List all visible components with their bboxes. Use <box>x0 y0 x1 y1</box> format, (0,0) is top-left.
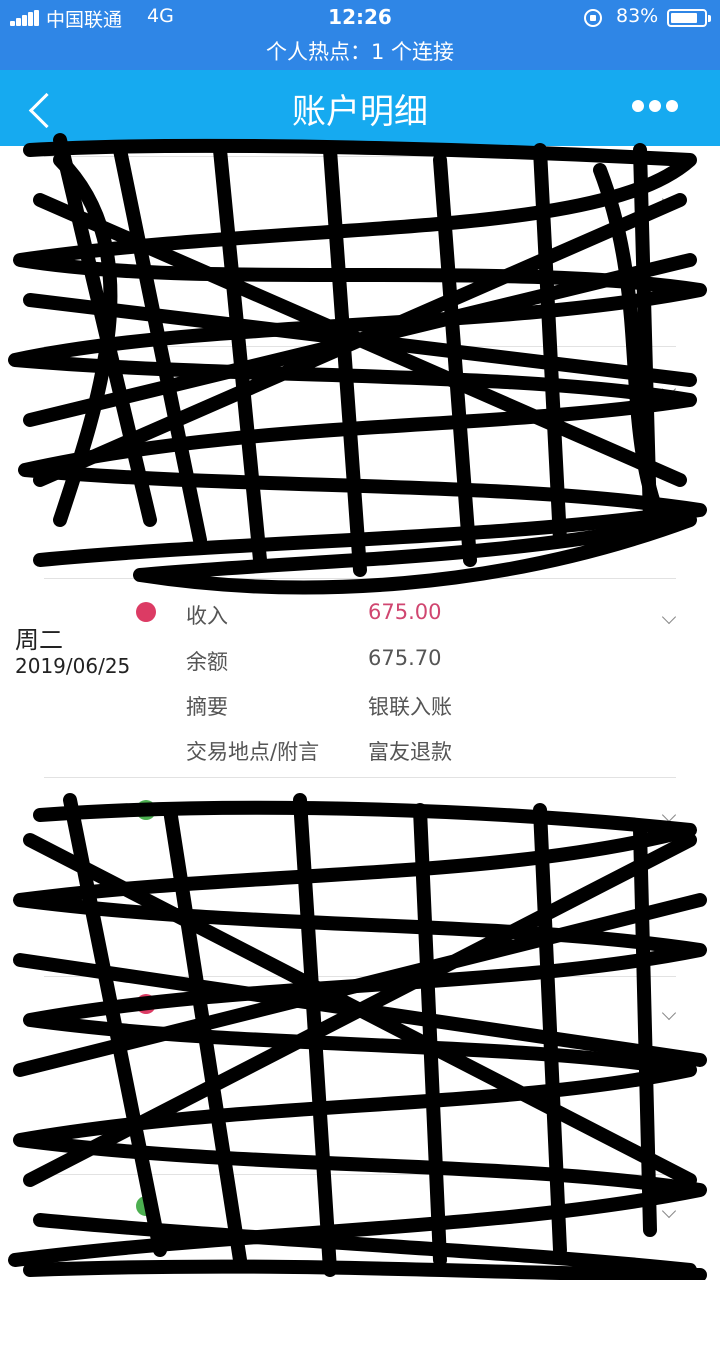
expense-dot <box>136 1196 156 1216</box>
transaction-row[interactable]: 周二 2019/06/25 收入 675.00 余额 675.70 摘要 银联入… <box>0 578 720 778</box>
transaction-row[interactable] <box>0 146 720 344</box>
summary-value: 银联入账 <box>368 695 452 719</box>
battery-icon <box>667 9 711 27</box>
more-dots-icon[interactable] <box>632 100 678 112</box>
amount-value: 675.00 <box>368 600 442 624</box>
income-dot <box>136 602 156 622</box>
row-date: 2019/06/25 <box>15 654 131 678</box>
chevron-down-icon[interactable] <box>661 609 677 625</box>
balance-label: 余额 <box>186 650 228 674</box>
chevron-down-icon[interactable] <box>661 1005 677 1021</box>
type-label: 收入 <box>186 604 228 628</box>
rotation-lock-icon <box>584 9 602 27</box>
hotspot-banner[interactable]: 个人热点：1 个连接 <box>0 36 720 66</box>
row-divider <box>44 976 676 977</box>
summary-label: 摘要 <box>186 695 228 719</box>
transaction-row[interactable] <box>0 976 720 1174</box>
chevron-down-icon[interactable] <box>661 381 677 397</box>
page-title: 账户明细 <box>292 92 428 132</box>
row-divider <box>44 156 676 157</box>
row-divider <box>44 578 676 579</box>
status-bar: 中国联通 4G 12:26 83% 个人热点：1 个连接 <box>0 0 720 70</box>
row-divider <box>44 1174 676 1175</box>
status-time: 12:26 <box>328 5 392 29</box>
balance-value: 675.70 <box>368 646 442 670</box>
location-value: 富友退款 <box>368 740 452 764</box>
income-dot <box>136 994 156 1014</box>
chevron-down-icon[interactable] <box>661 1203 677 1219</box>
expense-dot <box>136 800 156 820</box>
transaction-row[interactable] <box>0 778 720 976</box>
row-weekday: 周二 <box>15 626 63 654</box>
nav-bar: 账户明细 <box>0 70 720 146</box>
transaction-row[interactable] <box>0 1174 720 1372</box>
battery-percent: 83% <box>616 5 659 27</box>
location-label: 交易地点/附言 <box>186 740 320 764</box>
transaction-list: 周二 2019/06/25 收入 675.00 余额 675.70 摘要 银联入… <box>0 146 720 1280</box>
chevron-down-icon[interactable] <box>661 807 677 823</box>
row-divider <box>44 346 676 347</box>
chevron-down-icon[interactable] <box>661 191 677 207</box>
transaction-row[interactable] <box>0 346 720 544</box>
